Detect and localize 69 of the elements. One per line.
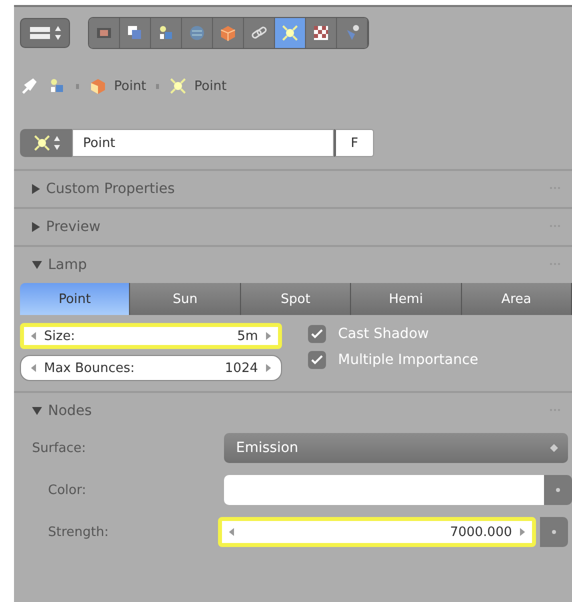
context-tab[interactable]	[151, 18, 182, 48]
datablock-browse-button[interactable]	[20, 129, 72, 157]
field-value: 1024	[224, 360, 258, 376]
checkbox-label: Multiple Importance	[338, 352, 478, 368]
context-tab[interactable]	[120, 18, 151, 48]
lamp-type-tab[interactable]: Point	[20, 283, 130, 315]
socket-button[interactable]	[540, 517, 568, 547]
datablock-name-field[interactable]: Point	[72, 129, 334, 157]
lamp-icon	[281, 24, 299, 42]
up-down-arrows-icon	[54, 135, 60, 151]
scene-icon	[157, 24, 175, 42]
breadcrumb-label: Point	[194, 78, 227, 94]
collapsed-triangle-icon[interactable]	[32, 184, 40, 194]
checkbox[interactable]	[308, 351, 326, 369]
expanded-triangle-icon[interactable]	[32, 407, 42, 415]
color-swatch[interactable]	[224, 475, 544, 505]
lamp-icon	[32, 134, 50, 152]
panel-title[interactable]: Nodes	[48, 403, 544, 419]
dropdown-icon	[550, 444, 558, 452]
breadcrumb-label: Point	[114, 78, 146, 94]
editor-type-button[interactable]	[20, 18, 70, 48]
checker-icon	[312, 24, 330, 42]
lamp-icon	[169, 77, 188, 95]
number-field[interactable]: Max Bounces: 1024	[20, 355, 282, 381]
context-tab[interactable]	[306, 18, 337, 48]
lamp-type-tab[interactable]: Sun	[130, 283, 241, 315]
panel-title[interactable]: Preview	[46, 219, 544, 235]
context-tab[interactable]	[337, 18, 368, 48]
lamp-type-tab[interactable]: Hemi	[351, 283, 462, 315]
context-tab[interactable]	[182, 18, 213, 48]
field-label: Max Bounces:	[44, 360, 136, 376]
editor-type-icon	[28, 24, 62, 42]
checkbox[interactable]	[308, 325, 326, 343]
right-arrow-icon[interactable]	[266, 332, 271, 340]
field-value: 7000.000	[450, 524, 512, 540]
scene-icon	[48, 77, 66, 95]
left-arrow-icon[interactable]	[31, 364, 36, 372]
context-tab[interactable]	[244, 18, 275, 48]
globe-icon	[188, 24, 206, 42]
socket-icon	[551, 529, 557, 535]
checkbox-label: Cast Shadow	[338, 326, 429, 342]
surface-dropdown[interactable]: Emission	[224, 433, 568, 463]
socket-button[interactable]	[544, 475, 572, 505]
field-label: Strength:	[47, 524, 110, 540]
number-field[interactable]: 7000.000	[218, 517, 536, 547]
cube-icon	[219, 24, 237, 42]
field-label: Color:	[47, 482, 88, 498]
context-tab[interactable]	[89, 18, 120, 48]
number-field[interactable]: Size: 5m	[20, 323, 282, 349]
context-tab[interactable]	[275, 18, 306, 48]
field-label: Size:	[44, 328, 76, 344]
field-value: 5m	[237, 328, 258, 344]
right-arrow-icon[interactable]	[520, 528, 525, 536]
cube-icon	[89, 77, 107, 95]
left-arrow-icon[interactable]	[31, 332, 36, 340]
panel-title[interactable]: Lamp	[48, 257, 544, 273]
context-tab[interactable]	[213, 18, 244, 48]
expanded-triangle-icon[interactable]	[32, 261, 42, 269]
lamp-type-tab[interactable]: Spot	[240, 283, 352, 315]
collapsed-triangle-icon[interactable]	[32, 222, 40, 232]
fake-user-button[interactable]: F	[334, 129, 374, 157]
pin-icon[interactable]	[20, 77, 38, 95]
right-arrow-icon[interactable]	[266, 364, 271, 372]
left-arrow-icon[interactable]	[229, 528, 234, 536]
field-label: Surface:	[32, 440, 87, 456]
lamp-type-tab[interactable]: Area	[462, 283, 572, 315]
socket-icon	[555, 487, 561, 493]
panel-title[interactable]: Custom Properties	[46, 181, 544, 197]
layers-icon	[126, 24, 144, 42]
